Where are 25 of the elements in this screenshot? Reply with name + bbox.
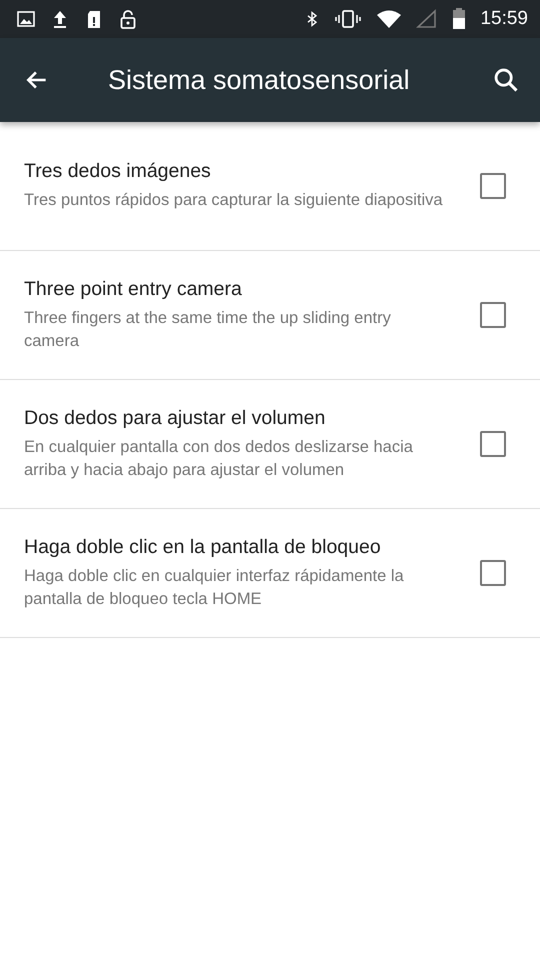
battery-icon — [452, 8, 466, 30]
setting-row[interactable]: Dos dedos para ajustar el volumen En cualquier pantalla con dos dedos deslizarse hacia arriba y hacia abajo para ajustar el volumen — [0, 380, 540, 509]
setting-title: Dos dedos para ajustar el volumen — [24, 406, 326, 430]
setting-title: Tres dedos imágenes — [24, 160, 212, 183]
setting-summary: Three fingers at the same time the up sliding entry camera — [24, 308, 392, 352]
setting-summary: Haga doble clic en cualquier interfaz rápidamente la pantalla de bloqueo tecla HOME — [24, 566, 405, 610]
signal-icon — [416, 9, 438, 29]
vibrate-icon — [334, 9, 362, 29]
setting-row[interactable]: Three point entry camera Three fingers at the same time the up sliding entry camera — [0, 251, 540, 380]
image-icon — [16, 9, 36, 29]
checkbox[interactable] — [480, 560, 506, 586]
setting-row[interactable]: Tres dedos imágenes Tres puntos rápidos para capturar la siguiente diapositiva — [0, 122, 540, 251]
setting-summary: Tres puntos rápidos para capturar la siguiente diapositiva — [24, 190, 444, 211]
setting-summary: En cualquier pantalla con dos dedos deslizarse hacia arriba y hacia abajo para ajustar el volumen — [24, 436, 414, 480]
checkbox[interactable] — [480, 302, 506, 328]
clock: 15:59 — [480, 8, 528, 30]
search-icon — [492, 66, 520, 94]
setting-row[interactable]: Haga doble clic en la pantalla de bloqueo Haga doble clic en cualquier interfaz rápidamente la pantalla de bloqueo tecla HOME — [0, 509, 540, 638]
lock-icon — [118, 9, 138, 29]
checkbox[interactable] — [480, 431, 506, 457]
setting-title: Haga doble clic en la pantalla de bloqueo — [24, 536, 382, 558]
screen-title: Sistema somatosensorial — [107, 64, 411, 96]
wifi-icon — [376, 9, 402, 29]
checkbox[interactable] — [480, 173, 506, 199]
setting-title: Three point entry camera — [24, 278, 243, 300]
